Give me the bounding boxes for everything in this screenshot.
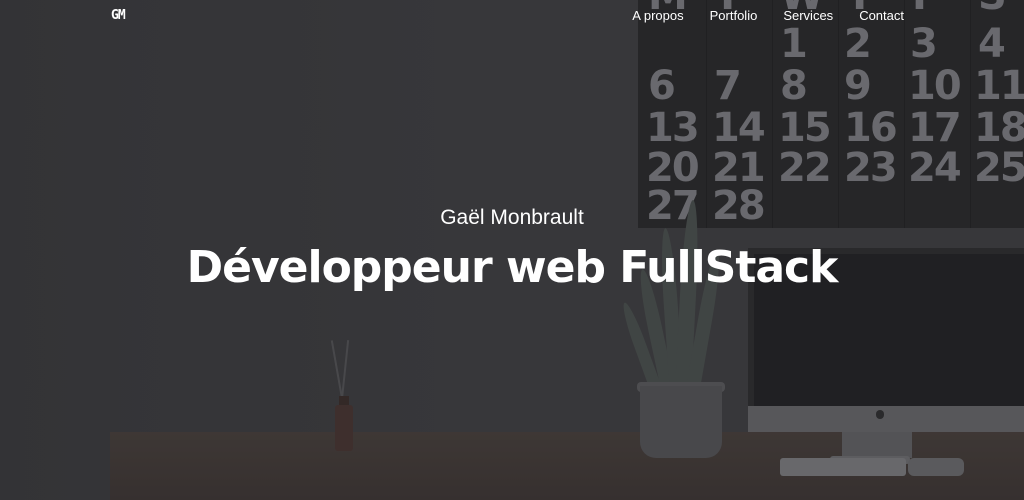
nav-link-a-propos[interactable]: A propos <box>632 8 683 23</box>
hero-title: Développeur web FullStack <box>186 242 839 293</box>
hero-name: Gaël Monbrault <box>440 206 584 229</box>
nav-link-contact[interactable]: Contact <box>859 8 904 23</box>
nav-link-services[interactable]: Services <box>783 8 833 23</box>
hero-section: M T W T F S 1 2 3 4 6 7 8 9 10 11 13 14 … <box>0 0 1024 500</box>
top-navigation: GM A propos Portfolio Services Contact <box>0 0 1024 34</box>
hero-text: Gaël Monbrault Développeur web FullStack <box>0 204 1024 294</box>
nav-links: A propos Portfolio Services Contact <box>632 8 904 23</box>
site-logo[interactable]: GM <box>111 8 126 23</box>
nav-link-portfolio[interactable]: Portfolio <box>710 8 758 23</box>
